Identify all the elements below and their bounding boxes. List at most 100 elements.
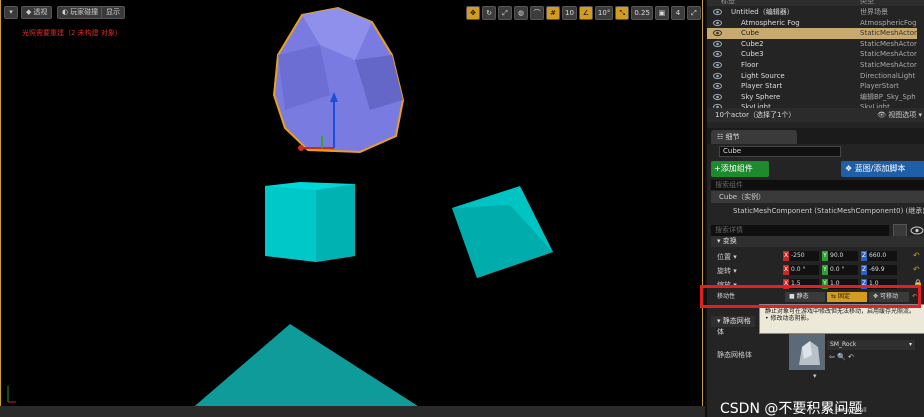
static-icon: ■ — [789, 293, 795, 300]
rotation-snap-icon[interactable]: ∠ — [578, 6, 593, 20]
grid-snap-icon[interactable]: # — [546, 6, 560, 20]
actor-name-field[interactable]: Cube — [719, 146, 841, 157]
rotation-z-field[interactable]: -69.9 — [867, 265, 897, 275]
mesh-browse-icons[interactable]: ⇦ 🔍 ↶ — [829, 353, 854, 361]
reset-rotation-icon[interactable]: ↶ — [913, 265, 920, 274]
outliner-row[interactable]: Sky Sphere 编辑BP_Sky_Sph — [707, 92, 917, 103]
visibility-eye-icon[interactable] — [713, 40, 722, 48]
outliner-row[interactable]: Floor StaticMeshActor — [707, 60, 917, 71]
expand-arrow-icon[interactable]: ▾ — [813, 372, 817, 380]
maximize-viewport-icon[interactable]: ⤢ — [686, 6, 701, 20]
movable-icon: ✥ — [873, 293, 879, 300]
lighting-rebuild-warning: 光照需要重建（2 未构建 对象） — [22, 29, 122, 37]
mesh-selector-dropdown[interactable]: SM_Rock ▾ — [827, 340, 915, 350]
show-button[interactable]: 显示 — [101, 6, 125, 19]
location-vector: X -250 Y 90.0 Z 660.0 — [783, 251, 897, 261]
outliner-item-type: 编辑BP_Sky_Sph — [860, 92, 916, 101]
outliner-row[interactable]: Light Source DirectionalLight — [707, 71, 917, 82]
location-x-field[interactable]: -250 — [789, 251, 819, 261]
visibility-eye-icon[interactable] — [713, 8, 722, 16]
scale-icon[interactable]: ⤢ — [498, 6, 512, 20]
visibility-eye-icon[interactable] — [713, 50, 722, 58]
viewport-bottom-bar — [0, 406, 705, 417]
scale-snap-icon[interactable]: ⤡ — [615, 6, 630, 20]
chevron-down-icon: ▾ — [908, 341, 912, 348]
outliner-item-name: Atmospheric Fog — [741, 18, 800, 27]
location-z-field[interactable]: 660.0 — [867, 251, 897, 261]
view-options-button[interactable]: 👁 视图选项 ▾ — [877, 108, 922, 122]
level-viewport[interactable]: ▾ ◆ 透视 ◐ 玩家碰撞 显示 ✥ ↻ ⤢ ◍ ⌒ # 10 ∠ 10° ⤡ 0.… — [0, 0, 705, 417]
mobility-stationary-button[interactable]: ⇆ 固定 — [827, 292, 867, 302]
visibility-eye-icon[interactable] — [713, 61, 722, 69]
visibility-eye-icon[interactable] — [713, 29, 722, 37]
visibility-eye-icon[interactable] — [713, 72, 722, 80]
outliner-row[interactable]: Cube3 StaticMeshActor — [707, 49, 917, 60]
search-components-input[interactable]: 搜索组件 — [711, 180, 924, 190]
outliner-item-name: Cube3 — [741, 50, 764, 59]
right-panel: 标签 类型 Untitled（编辑器） 世界场景 Atmospheric Fog At… — [705, 0, 924, 417]
blueprint-script-button[interactable]: ❖ 蓝图/添加脚本 — [841, 161, 924, 177]
outliner-row[interactable]: Untitled（编辑器） 世界场景 — [707, 7, 917, 18]
player-collision-button[interactable]: ◐ 玩家碰撞 — [57, 6, 104, 19]
outliner-item-type: 世界场景 — [860, 8, 888, 16]
surface-snap-icon[interactable]: ⌒ — [530, 6, 544, 20]
outliner-status: 10个actor（选择了1个） 👁 视图选项 ▾ — [707, 108, 924, 122]
details-icon: ☷ — [717, 133, 724, 141]
rock-thumbnail-icon — [799, 341, 820, 365]
mobility-movable-button[interactable]: ✥ 可移动 — [869, 292, 909, 302]
scene-render[interactable] — [0, 0, 705, 417]
outliner-item-name: Light Source — [741, 71, 785, 80]
select-translate-icon[interactable]: ✥ — [466, 6, 480, 20]
outliner-item-type: StaticMeshActor — [860, 61, 917, 69]
static-mesh-section-header[interactable]: ▾ 静态网格体 — [711, 316, 755, 336]
visibility-eye-icon[interactable] — [713, 93, 722, 101]
perspective-button[interactable]: ◆ 透视 — [21, 6, 53, 19]
location-label[interactable]: 位置 ▾ — [717, 252, 737, 262]
scale-snap-value[interactable]: 0.25 — [631, 6, 653, 20]
camera-speed-value[interactable]: 4 — [670, 6, 685, 20]
visibility-eye-icon[interactable] — [713, 19, 722, 27]
csdn-watermark-text: CSDN @不要积累问题 — [720, 401, 863, 417]
outliner-item-name: Floor — [741, 61, 759, 69]
world-space-icon[interactable]: ◍ — [514, 6, 528, 20]
outliner-row[interactable]: Cube2 StaticMeshActor — [707, 39, 917, 50]
tab-details[interactable]: ☷ 细节 — [711, 130, 797, 144]
transform-section-header[interactable]: ▾ 变换 — [711, 236, 924, 247]
outliner-item-type: DirectionalLight — [860, 71, 916, 80]
outliner-row[interactable]: Atmospheric Fog AtmosphericFog — [707, 18, 917, 29]
viewport-menu-button[interactable]: ▾ — [4, 6, 18, 19]
static-mesh-component-item[interactable]: StaticMeshComponent (StaticMeshComponent… — [711, 205, 924, 218]
reset-mobility-icon[interactable]: ↶ — [912, 292, 917, 302]
mobility-label: 移动性 — [717, 293, 736, 300]
outliner-item-type: StaticMeshActor — [860, 39, 917, 48]
outliner-item-name: Untitled（编辑器） — [731, 8, 794, 16]
rotation-label[interactable]: 旋转 ▾ — [717, 266, 737, 276]
visibility-eye-icon[interactable] — [713, 82, 722, 90]
rotation-y-field[interactable]: 0.0 ° — [828, 265, 858, 275]
transform-toolbar: ✥ ↻ ⤢ ◍ ⌒ # 10 ∠ 10° ⤡ 0.25 ▣ 4 ⤢ — [466, 6, 701, 20]
outliner-row[interactable]: Player Start PlayerStart — [707, 81, 917, 92]
reset-location-icon[interactable]: ↶ — [913, 251, 920, 260]
floor-mesh — [182, 324, 435, 417]
mobility-tooltip: 静止对象可在游戏中修改但无法移动，启用缓存光照流。 • 修改动态阴影。 — [759, 304, 924, 334]
outliner-item-name: Cube — [741, 29, 760, 38]
rotate-icon[interactable]: ↻ — [482, 6, 496, 20]
blueprint-icon: ❖ — [845, 164, 853, 173]
mesh-thumbnail[interactable] — [789, 334, 825, 370]
outliner-item-name: Sky Sphere — [741, 92, 781, 101]
rotation-snap-value[interactable]: 10° — [594, 6, 614, 20]
rotation-x-field[interactable]: 0.0 ° — [789, 265, 819, 275]
mobility-static-button[interactable]: ■ 静态 — [785, 292, 825, 302]
outliner-item-name: Player Start — [741, 82, 783, 91]
details-tabbar: ☷ 细节 — [707, 128, 924, 144]
add-component-button[interactable]: +添加组件 — [711, 161, 769, 177]
grid-snap-value[interactable]: 10 — [562, 6, 577, 20]
outliner-row[interactable]: Cube StaticMeshActor — [707, 28, 917, 39]
outliner-item-type: PlayerStart — [860, 82, 899, 91]
camera-speed-icon[interactable]: ▣ — [654, 6, 669, 20]
component-root-item[interactable]: Cube（实例） — [711, 191, 924, 203]
location-y-field[interactable]: 90.0 — [828, 251, 858, 261]
search-details-input[interactable]: 搜索详情 — [711, 225, 889, 236]
stationary-icon: ⇆ — [831, 293, 837, 300]
rotation-vector: X 0.0 ° Y 0.0 ° Z -69.9 — [783, 265, 897, 275]
